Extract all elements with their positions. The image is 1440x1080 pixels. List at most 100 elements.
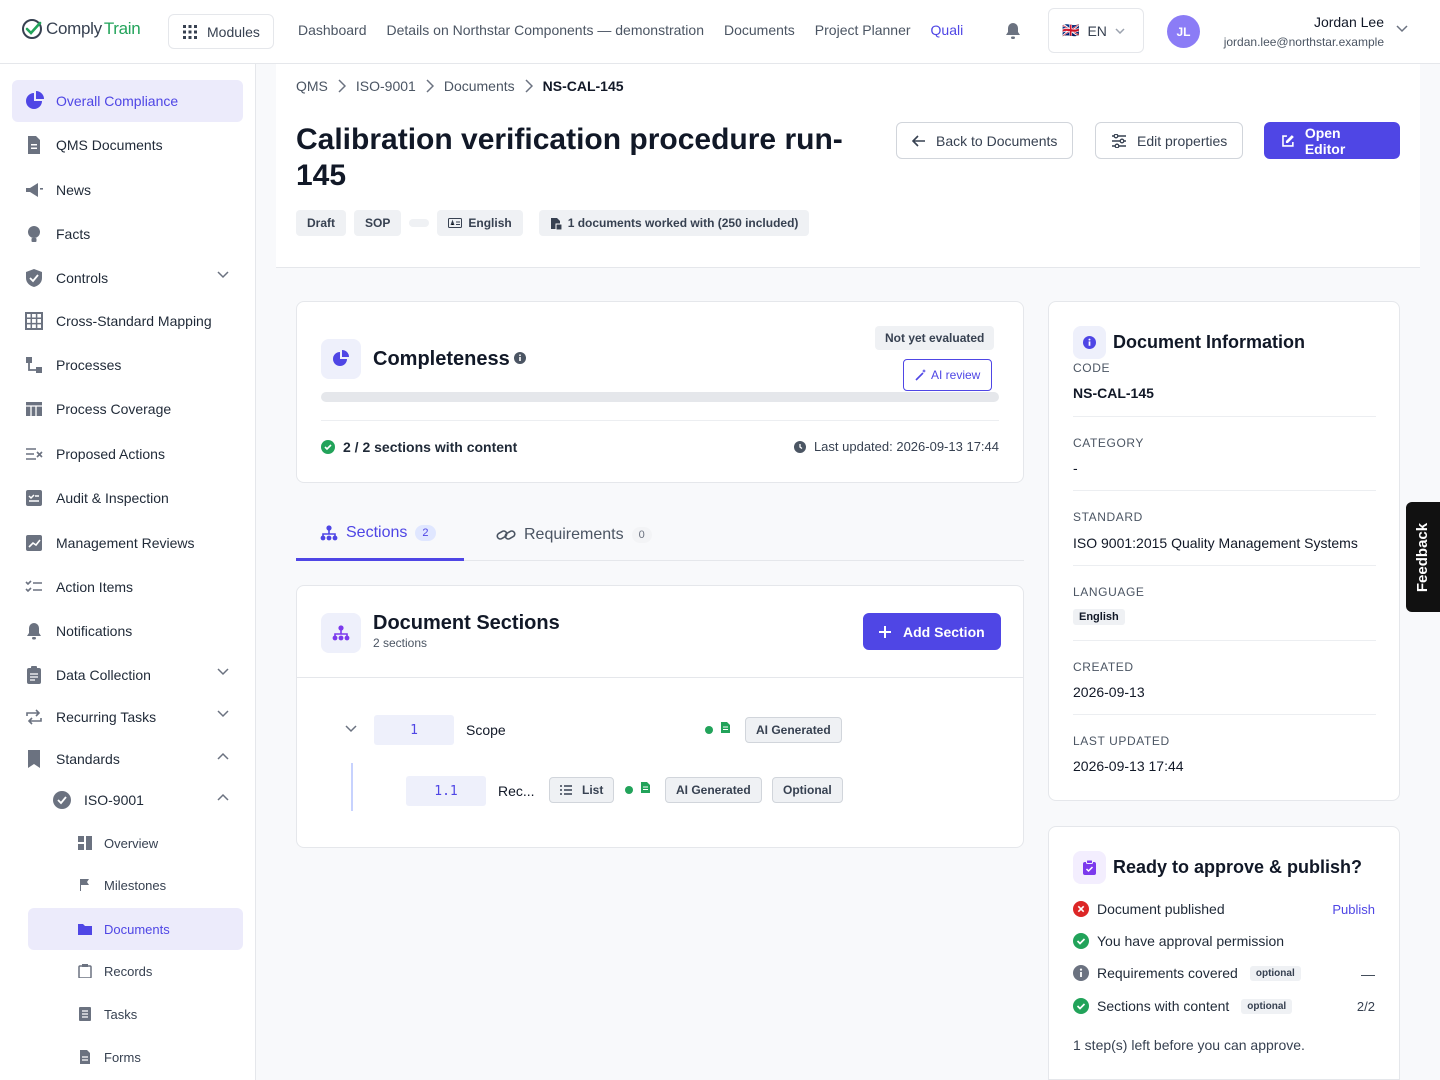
sidebar-item-overview[interactable]: Overview — [28, 822, 243, 864]
field-value-created: 2026-09-13 — [1073, 684, 1145, 700]
task-list-icon — [79, 1007, 91, 1021]
sidebar-item-facts[interactable]: Facts — [12, 213, 243, 255]
flag-icon — [80, 879, 89, 891]
sidebar-item-forms[interactable]: Forms — [28, 1036, 243, 1078]
sidebar-item-process-coverage[interactable]: Process Coverage — [12, 388, 243, 430]
tab-sections-label: Sections — [346, 524, 408, 541]
modules-button[interactable]: Modules — [168, 14, 274, 49]
back-to-documents-button[interactable]: Back to Documents — [896, 122, 1074, 159]
sidebar-item-label: ISO-9001 — [84, 792, 144, 808]
tab-sections[interactable]: Sections 2 — [296, 508, 464, 561]
sidebar-item-standards[interactable]: Standards — [12, 738, 243, 780]
sidebar-item-management-reviews[interactable]: Management Reviews — [12, 522, 243, 564]
nav-quali[interactable]: Quali — [931, 22, 964, 38]
sliders-icon — [1112, 133, 1126, 148]
sidebar-item-action-items[interactable]: Action Items — [12, 566, 243, 608]
publish-link[interactable]: Publish — [1332, 902, 1375, 917]
info-icon[interactable] — [514, 352, 526, 364]
sidebar-item-controls[interactable]: Controls — [12, 257, 243, 299]
field-label: CODE — [1073, 361, 1111, 375]
usage-badge: 1 documents worked with (250 included) — [538, 210, 810, 236]
ai-generated-badge: AI Generated — [745, 717, 842, 743]
edit-properties-button[interactable]: Edit properties — [1095, 122, 1244, 159]
user-name[interactable]: Jordan Lee — [1314, 14, 1384, 30]
section-title[interactable]: Rec... — [498, 783, 535, 799]
collapse-chevron-icon[interactable] — [345, 725, 357, 733]
check-sections-with-content: Sections with content optional — [1073, 998, 1293, 1014]
field-value-language: English — [1073, 609, 1125, 625]
sidebar-item-label: Data Collection — [56, 667, 151, 683]
sitemap-icon — [332, 625, 350, 641]
pie-chart-icon — [333, 350, 349, 366]
sidebar-item-audit-inspection[interactable]: Audit & Inspection — [12, 477, 243, 519]
user-email: jordan.lee@northstar.example — [1223, 35, 1384, 49]
user-menu-chevron-icon[interactable] — [1396, 25, 1408, 33]
completeness-progress-bar — [321, 392, 999, 402]
file-content-icon — [721, 722, 730, 733]
sidebar-item-records[interactable]: Records — [28, 950, 243, 992]
avatar[interactable]: JL — [1167, 15, 1200, 48]
sections-summary-text: 2 / 2 sections with content — [343, 439, 518, 455]
sidebar-item-label: Action Items — [56, 579, 134, 595]
nav-details[interactable]: Details on Northstar Components — demons… — [387, 22, 704, 38]
sidebar-item-label: Controls — [56, 270, 109, 286]
language-icon — [448, 218, 463, 228]
clipboard-icon — [78, 964, 92, 978]
sidebar-item-data-collection[interactable]: Data Collection — [12, 654, 243, 696]
sidebar-item-cross-standard-mapping[interactable]: Cross-Standard Mapping — [12, 300, 243, 342]
language-badge: English — [437, 210, 523, 236]
section-title[interactable]: Scope — [466, 722, 506, 738]
sidebar-item-overall-compliance[interactable]: Overall Compliance — [12, 80, 243, 122]
check-label: You have approval permission — [1097, 933, 1285, 949]
completeness-card: Completeness Not yet evaluated AI review… — [296, 301, 1024, 483]
list-type-label: List — [582, 783, 604, 797]
feedback-tab[interactable]: Feedback — [1406, 502, 1440, 612]
tab-requirements-label: Requirements — [524, 525, 624, 543]
tab-requirements[interactable]: Requirements 0 — [496, 508, 652, 561]
edit-icon — [1282, 134, 1294, 147]
notifications-bell-icon[interactable] — [1005, 22, 1021, 40]
open-editor-label: Open Editor — [1304, 124, 1346, 157]
nav-documents[interactable]: Documents — [724, 22, 795, 38]
list-type-badge: List — [549, 777, 615, 803]
sidebar-item-news[interactable]: News — [12, 169, 243, 211]
add-section-button[interactable]: Add Section — [863, 613, 1001, 650]
sidebar-item-qms-documents[interactable]: QMS Documents — [12, 124, 243, 166]
nav-project-planner[interactable]: Project Planner — [815, 22, 911, 38]
chevron-right-icon — [338, 79, 346, 93]
sections-summary: 2 / 2 sections with content — [321, 439, 517, 455]
nav-dashboard[interactable]: Dashboard — [298, 22, 367, 38]
ai-generated-badge: AI Generated — [665, 777, 762, 803]
breadcrumb-documents[interactable]: Documents — [444, 78, 515, 94]
add-section-label: Add Section — [903, 623, 985, 640]
sidebar-item-milestones[interactable]: Milestones — [28, 864, 243, 906]
open-editor-button[interactable]: Open Editor — [1264, 122, 1400, 159]
sidebar-item-documents[interactable]: Documents — [28, 908, 243, 950]
chevron-right-icon — [426, 79, 434, 93]
language-selector[interactable]: 🇬🇧 EN — [1048, 8, 1144, 53]
breadcrumb-qms[interactable]: QMS — [296, 78, 328, 94]
sidebar-item-recurring-tasks[interactable]: Recurring Tasks — [12, 696, 243, 738]
ai-review-label: AI review — [931, 368, 981, 382]
bell-icon — [27, 623, 41, 640]
sidebar-item-notifications[interactable]: Notifications — [12, 610, 243, 652]
breadcrumb-iso-9001[interactable]: ISO-9001 — [356, 78, 416, 94]
sections-icon-box — [321, 613, 361, 653]
actions-icon — [26, 448, 43, 460]
logo-check-icon — [22, 19, 42, 39]
sidebar-item-tasks[interactable]: Tasks — [28, 993, 243, 1035]
sidebar-item-proposed-actions[interactable]: Proposed Actions — [12, 433, 243, 475]
clipboard-check-icon — [1083, 860, 1096, 875]
sidebar-item-label: Process Coverage — [56, 401, 172, 417]
optional-badge: optional — [1241, 998, 1293, 1014]
top-nav: Dashboard Details on Northstar Component… — [298, 22, 963, 38]
sidebar-item-processes[interactable]: Processes — [12, 344, 243, 386]
app-logo[interactable]: Comply Train — [20, 17, 141, 41]
sidebar-item-iso-9001[interactable]: ISO-9001 — [40, 779, 243, 821]
field-label: CREATED — [1073, 660, 1134, 674]
sidebar-item-label: Management Reviews — [56, 535, 195, 551]
sidebar: Overall Compliance QMS Documents News Fa… — [0, 64, 256, 1080]
optional-badge: optional — [1249, 965, 1301, 981]
grid-icon — [25, 312, 43, 330]
ai-review-button[interactable]: AI review — [903, 359, 993, 391]
